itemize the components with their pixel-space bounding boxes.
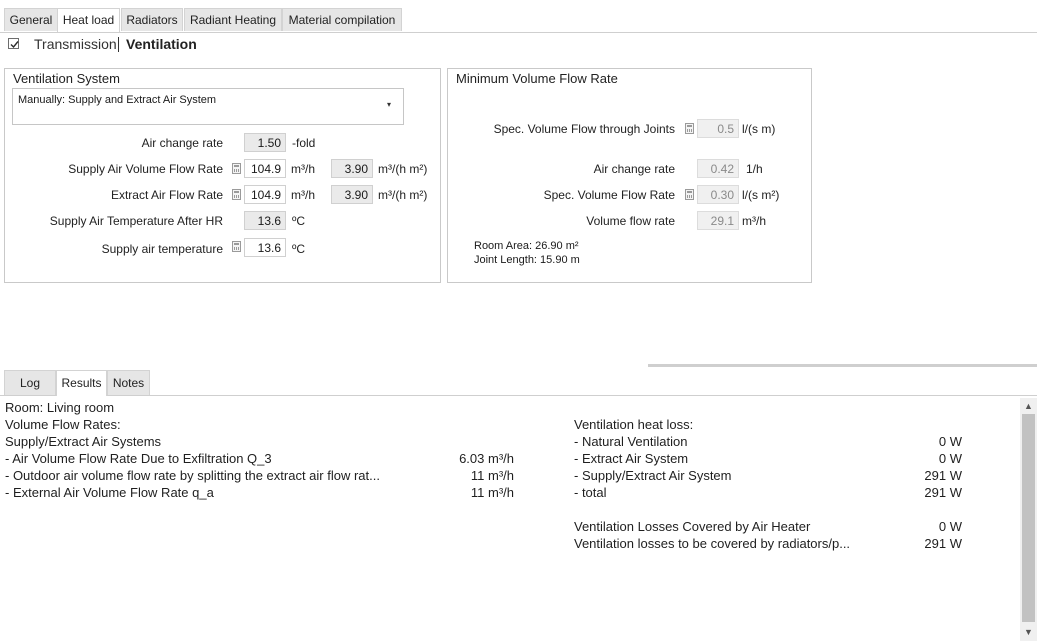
supply-flow-unit: m³/h [291, 162, 315, 176]
loss-row-label: - Natural Ventilation [574, 434, 688, 449]
bottom-tab-strip: Log Results Notes [0, 370, 1037, 396]
scroll-up-icon[interactable]: ▲ [1020, 399, 1037, 413]
cover-row-label: Ventilation Losses Covered by Air Heater [574, 519, 811, 534]
supply-temp-unit: ºC [292, 242, 306, 256]
loss-row-value: 0 W [938, 451, 962, 466]
ventilation-toggle[interactable]: Ventilation [126, 36, 197, 52]
scroll-down-icon[interactable]: ▼ [1020, 625, 1037, 639]
spec-flow-unit: l/(s m²) [742, 188, 780, 202]
extract-flow-label: Extract Air Flow Rate [110, 188, 223, 202]
spec-joints-label: Spec. Volume Flow through Joints [493, 122, 675, 136]
result-row-label: - External Air Volume Flow Rate q_a [5, 485, 214, 500]
loss-row-value: 291 W [924, 485, 962, 500]
top-tab-strip: General Heat load Radiators Radiant Heat… [0, 8, 1037, 33]
dropdown-value: Manually: Supply and Extract Air System [18, 94, 217, 106]
joint-length-text: Joint Length: 15.90 m [474, 254, 580, 266]
tab-notes[interactable]: Notes [107, 370, 150, 395]
loss-row-value: 291 W [924, 468, 962, 483]
supply-temp-field[interactable]: 13.6 [244, 238, 286, 257]
tab-radiators[interactable]: Radiators [121, 8, 183, 31]
extract-flow-per-area-field[interactable]: 3.90 [331, 185, 373, 204]
tab-log[interactable]: Log [4, 370, 56, 395]
cover-row-value: 0 W [938, 519, 962, 534]
tab-heat-load[interactable]: Heat load [57, 8, 120, 32]
extract-flow-per-area-unit: m³/(h m²) [378, 188, 428, 202]
air-change-field[interactable]: 1.50 [244, 133, 286, 152]
air-change-label: Air change rate [141, 136, 223, 150]
tab-radiant-heating[interactable]: Radiant Heating [184, 8, 282, 31]
calculator-icon[interactable] [232, 241, 241, 252]
result-row-label: - Outdoor air volume flow rate by splitt… [5, 468, 380, 483]
volume-flow-unit: m³/h [742, 214, 766, 228]
cover-row-label: Ventilation losses to be covered by radi… [574, 536, 851, 551]
volume-flow-field: 29.1 [697, 211, 739, 230]
min-volume-flow-title: Minimum Volume Flow Rate [456, 71, 618, 86]
ventilation-system-title: Ventilation System [13, 71, 120, 86]
loss-row-label: - Extract Air System [574, 451, 689, 466]
spec-flow-field[interactable]: 0.30 [697, 185, 739, 204]
results-subheading: Supply/Extract Air Systems [5, 434, 162, 449]
loss-row-value: 0 W [938, 434, 962, 449]
result-row-value: 6.03 m³/h [459, 451, 514, 466]
spec-flow-label: Spec. Volume Flow Rate [543, 188, 675, 202]
min-air-change-label: Air change rate [593, 162, 675, 176]
tab-results[interactable]: Results [56, 370, 107, 396]
spec-joints-field[interactable]: 0.5 [697, 119, 739, 138]
result-row-value: 11 m³/h [470, 468, 514, 483]
splitter-handle[interactable] [648, 364, 1037, 367]
toggle-separator [118, 37, 119, 52]
checkmark-icon [10, 41, 19, 49]
room-area-text: Room Area: 26.90 m² [474, 240, 579, 252]
supply-temp-label: Supply air temperature [101, 242, 223, 256]
scrollbar-thumb[interactable] [1022, 414, 1035, 622]
supply-temp-hr-unit: ºC [292, 214, 306, 228]
mode-checkbox[interactable] [8, 38, 19, 49]
results-room: Room: Living room [5, 400, 115, 415]
transmission-toggle[interactable]: Transmission [34, 36, 117, 52]
supply-temp-hr-field[interactable]: 13.6 [244, 211, 286, 230]
supply-flow-per-area-field[interactable]: 3.90 [331, 159, 373, 178]
tab-general[interactable]: General [4, 8, 58, 31]
calculator-icon[interactable] [232, 163, 241, 174]
min-air-change-field: 0.42 [697, 159, 739, 178]
calculator-icon[interactable] [685, 123, 694, 134]
tab-material-compilation[interactable]: Material compilation [282, 8, 402, 31]
min-air-change-unit: 1/h [746, 162, 763, 176]
extract-flow-field[interactable]: 104.9 [244, 185, 286, 204]
chevron-down-icon: ▾ [387, 100, 392, 109]
ventilation-system-dropdown[interactable]: Manually: Supply and Extract Air System … [12, 88, 404, 125]
volume-flow-label: Volume flow rate [586, 214, 675, 228]
supply-flow-per-area-unit: m³/(h m²) [378, 162, 428, 176]
supply-flow-label: Supply Air Volume Flow Rate [68, 162, 223, 176]
result-row-label: - Air Volume Flow Rate Due to Exfiltrati… [5, 451, 272, 466]
result-row-value: 11 m³/h [470, 485, 514, 500]
cover-row-value: 291 W [924, 536, 962, 551]
results-loss-heading: Ventilation heat loss: [574, 417, 694, 432]
supply-temp-hr-label: Supply Air Temperature After HR [49, 214, 223, 228]
supply-flow-field[interactable]: 104.9 [244, 159, 286, 178]
results-flow-heading: Volume Flow Rates: [5, 417, 121, 432]
extract-flow-unit: m³/h [291, 188, 315, 202]
air-change-unit: -fold [292, 136, 316, 150]
calculator-icon[interactable] [232, 189, 241, 200]
calculator-icon[interactable] [685, 189, 694, 200]
loss-row-label: - Supply/Extract Air System [574, 468, 732, 483]
spec-joints-unit: l/(s m) [742, 122, 776, 136]
loss-row-label: - total [574, 485, 607, 500]
